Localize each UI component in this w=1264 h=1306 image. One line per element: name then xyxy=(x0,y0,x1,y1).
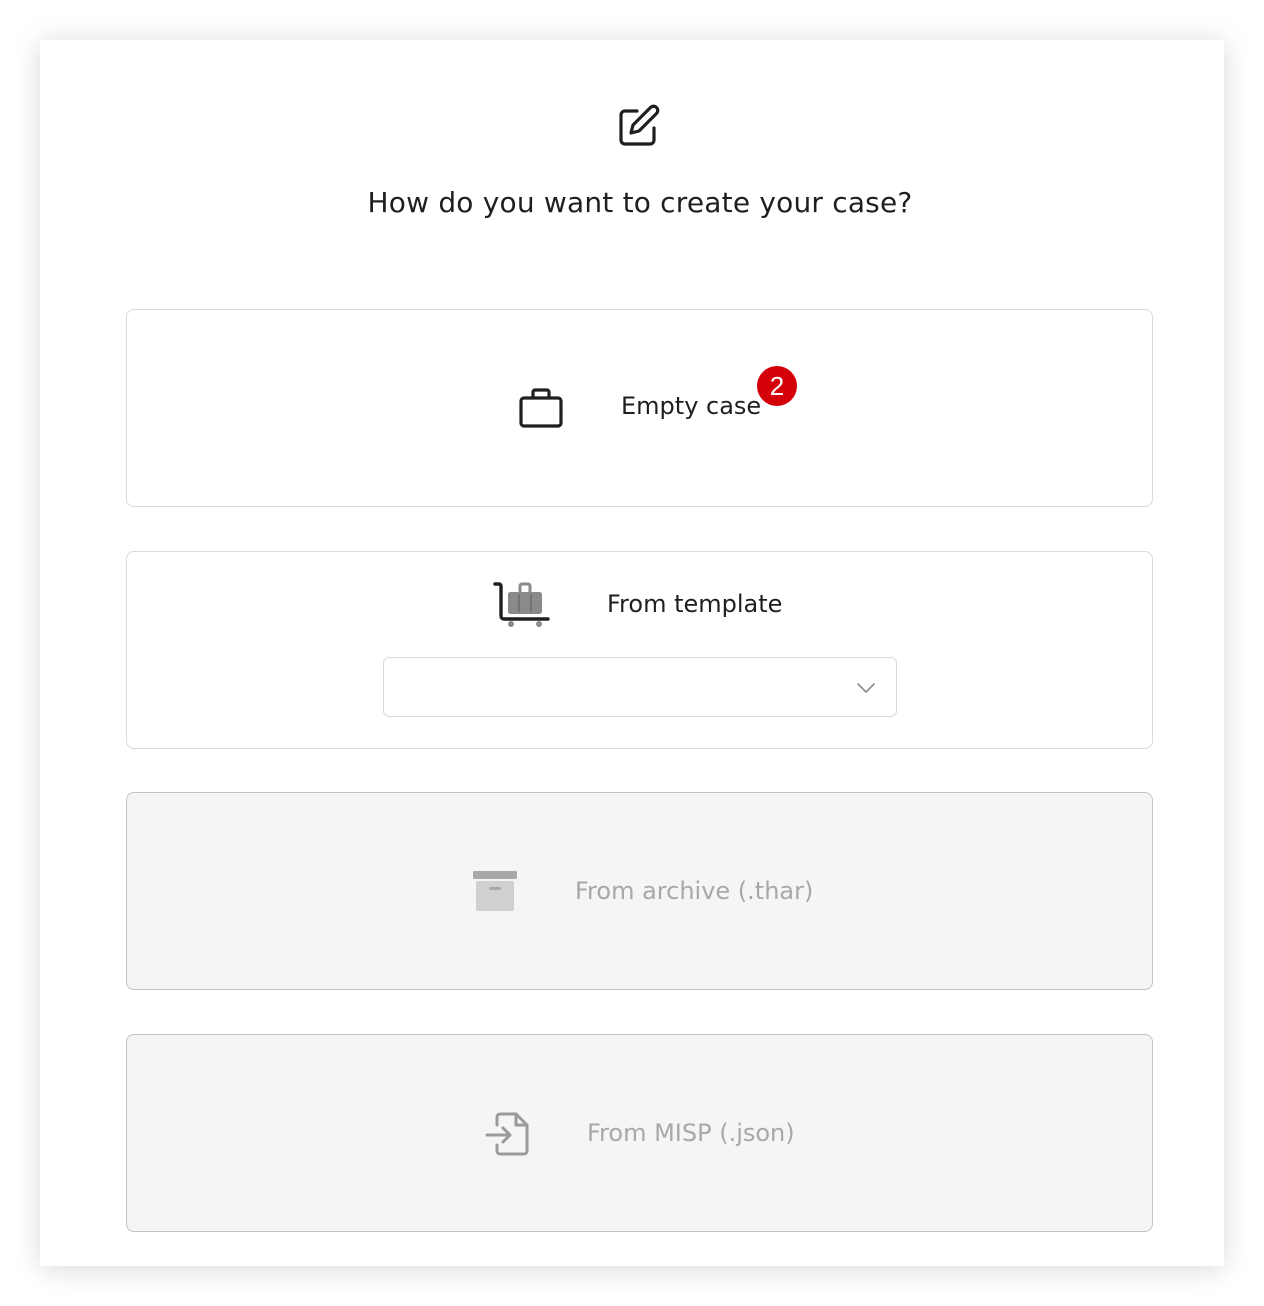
empty-case-option[interactable]: Empty case 2 xyxy=(126,309,1153,507)
from-template-option[interactable]: From template xyxy=(126,551,1153,749)
create-case-dialog: How do you want to create your case? Emp… xyxy=(40,40,1224,1266)
empty-case-label: Empty case xyxy=(621,392,762,420)
from-archive-option[interactable]: From archive (.thar) xyxy=(126,792,1153,990)
from-misp-label: From MISP (.json) xyxy=(587,1119,795,1147)
archive-box-icon xyxy=(473,871,517,911)
edit-icon xyxy=(619,104,660,146)
file-import-icon xyxy=(485,1112,529,1156)
template-select[interactable] xyxy=(383,657,897,717)
luggage-cart-icon xyxy=(493,582,550,627)
briefcase-icon xyxy=(519,388,563,428)
page-title: How do you want to create your case? xyxy=(367,186,913,219)
notification-badge: 2 xyxy=(757,366,797,406)
from-misp-option[interactable]: From MISP (.json) xyxy=(126,1034,1153,1232)
from-template-label: From template xyxy=(607,590,783,618)
from-archive-label: From archive (.thar) xyxy=(575,877,814,905)
chevron-down-icon[interactable] xyxy=(856,678,876,698)
